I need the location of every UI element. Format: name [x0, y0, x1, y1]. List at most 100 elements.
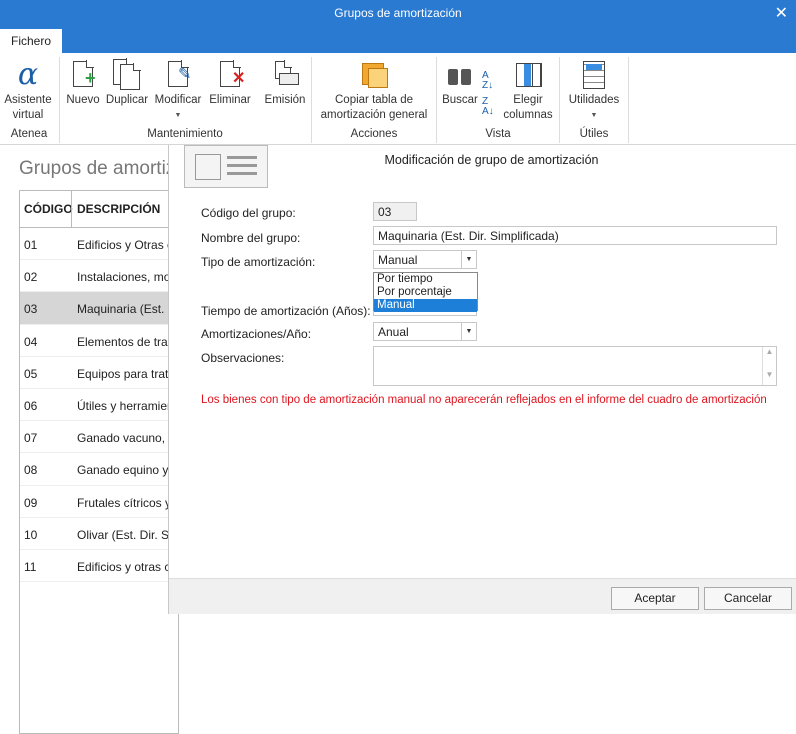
cell-descripcion: Edificios y otras construcciones — [77, 559, 178, 574]
table-row[interactable]: 10 Olivar (Est. Dir. Simplificada) — [20, 518, 178, 550]
tipo-dropdown-list: Por tiempo Por porcentaje Manual — [373, 272, 478, 312]
cell-descripcion: Maquinaria (Est. Dir. Simplificada) — [77, 302, 178, 317]
amortizaciones-anio-label: Amortizaciones/Año: — [201, 327, 312, 341]
nuevo-label: Nuevo — [66, 94, 100, 106]
ribbon: α Asistente virtual Atenea + Nuevo Dupli… — [0, 53, 796, 145]
table-row[interactable]: 05 Equipos para tratamiento — [20, 357, 178, 389]
asistente-virtual-label: Asistente virtual — [4, 94, 52, 121]
emision-label: Emisión — [264, 94, 306, 106]
table-row[interactable]: 09 Frutales cítricos y — [20, 486, 178, 518]
copiar-tabla-button[interactable]: Copiar tabla de amortización general — [316, 59, 432, 123]
cell-codigo: 08 — [24, 463, 38, 478]
cell-descripcion: Útiles y herramientas — [77, 398, 179, 413]
option-por-porcentaje[interactable]: Por porcentaje — [374, 286, 477, 299]
groups-grid: CÓDIGO DESCRIPCIÓN 01 Edificios y Otras c… — [19, 190, 179, 734]
ribbon-tab-bar: Fichero — [0, 27, 796, 53]
modify-group-dialog: Modificación de grupo de amortización Có… — [168, 145, 796, 614]
tipo-select-value: Manual — [378, 253, 418, 267]
manual-warning-text: Los bienes con tipo de amortización manu… — [201, 394, 767, 406]
aceptar-button[interactable]: Aceptar — [611, 587, 699, 610]
columns-icon — [512, 59, 544, 91]
eliminar-button[interactable]: ✕ Eliminar — [207, 59, 253, 108]
alpha-icon: α — [17, 57, 39, 92]
edit-document-icon: ✎ — [162, 59, 194, 91]
observaciones-label: Observaciones: — [201, 351, 285, 365]
group-label-atenea: Atenea — [10, 128, 48, 140]
group-label-mantenimiento: Mantenimiento — [147, 128, 223, 140]
grid-header: CÓDIGO DESCRIPCIÓN — [20, 191, 178, 228]
cell-descripcion: Equipos para tratamiento — [77, 366, 178, 381]
grid-rows: 01 Edificios y Otras construcciones 02 Inst… — [20, 228, 179, 583]
observaciones-textarea[interactable]: ▲ ▼ — [373, 346, 777, 386]
table-row[interactable]: 04 Elementos de transporte — [20, 325, 178, 357]
table-row[interactable]: 06 Útiles y herramientas — [20, 389, 179, 422]
table-row[interactable]: 01 Edificios y Otras construcciones — [20, 228, 178, 261]
option-por-tiempo[interactable]: Por tiempo — [374, 273, 477, 286]
elegir-columnas-label: Elegir columnas — [503, 94, 553, 121]
copiar-tabla-label: Copiar tabla de amortización general — [320, 94, 428, 121]
utilidades-label: Utilidades — [568, 94, 620, 106]
utilidades-button[interactable]: Utilidades ▼ — [564, 59, 624, 123]
elegir-columnas-button[interactable]: Elegir columnas — [502, 59, 554, 123]
buscar-label: Buscar — [442, 94, 478, 106]
buscar-button[interactable]: Buscar — [440, 59, 480, 108]
cell-codigo: 03 — [24, 302, 38, 317]
nombre-field[interactable]: Maquinaria (Est. Dir. Simplificada) — [373, 226, 777, 245]
codigo-label: Código del grupo: — [201, 206, 296, 220]
cell-descripcion: Frutales cítricos y — [77, 495, 172, 510]
chevron-down-icon: ▼ — [590, 112, 598, 119]
tiempo-label: Tiempo de amortización (Años): — [201, 304, 371, 318]
groups-list-panel: Grupos de amortización CÓDIGO DESCRIPCIÓ… — [0, 146, 221, 734]
column-header-codigo[interactable]: CÓDIGO — [24, 202, 73, 216]
cell-codigo: 11 — [24, 559, 37, 574]
cell-codigo: 04 — [24, 334, 38, 349]
cell-codigo: 02 — [24, 270, 38, 285]
option-manual[interactable]: Manual — [374, 299, 477, 312]
table-row[interactable]: 02 Instalaciones, mobiliario — [20, 260, 178, 293]
emision-button[interactable]: Emisión — [262, 59, 308, 108]
dialog-footer: Aceptar Cancelar — [169, 578, 796, 614]
sort-az-icon[interactable]: A Z↓ — [482, 71, 493, 91]
duplicate-icon — [111, 58, 143, 91]
duplicar-button[interactable]: Duplicar — [104, 58, 150, 108]
eliminar-label: Eliminar — [209, 94, 251, 106]
table-row[interactable]: 07 Ganado vacuno, porcino — [20, 421, 178, 454]
close-icon[interactable]: ✕ — [775, 3, 788, 23]
asistente-virtual-button[interactable]: α Asistente virtual — [2, 59, 54, 123]
chevron-down-icon[interactable]: ▼ — [461, 251, 476, 268]
tipo-label: Tipo de amortización: — [201, 255, 316, 269]
observaciones-scrollbar[interactable]: ▲ ▼ — [762, 347, 776, 385]
nombre-label: Nombre del grupo: — [201, 231, 301, 245]
scroll-down-icon[interactable]: ▼ — [763, 370, 776, 379]
tipo-select[interactable]: Manual ▼ — [373, 250, 477, 269]
chevron-down-icon[interactable]: ▼ — [461, 323, 476, 340]
delete-document-icon: ✕ — [214, 59, 246, 91]
cell-descripcion: Olivar (Est. Dir. Simplificada) — [77, 527, 178, 542]
table-row[interactable]: 11 Edificios y otras construcciones — [20, 550, 178, 583]
nuevo-button[interactable]: + Nuevo — [64, 59, 102, 108]
amortizaciones-anio-value: Anual — [378, 325, 409, 339]
modificar-button[interactable]: ✎ Modificar ▼ — [152, 59, 204, 123]
group-label-utiles: Útiles — [579, 128, 609, 140]
cell-codigo: 10 — [24, 527, 38, 542]
window-title: Grupos de amortización — [334, 6, 462, 20]
sort-za-icon[interactable]: Z A↓ — [482, 97, 494, 117]
table-row[interactable]: 08 Ganado equino y — [20, 453, 178, 486]
group-separator — [628, 57, 629, 143]
scroll-up-icon[interactable]: ▲ — [763, 347, 776, 356]
amortizaciones-anio-select[interactable]: Anual ▼ — [373, 322, 477, 341]
table-row[interactable]: 03 Maquinaria (Est. Dir. Simplificada) — [20, 292, 178, 325]
cell-descripcion: Instalaciones, mobiliario — [77, 270, 178, 285]
cancelar-button[interactable]: Cancelar — [704, 587, 792, 610]
cell-codigo: 01 — [24, 238, 38, 252]
dialog-title: Modificación de grupo de amortización — [384, 153, 599, 167]
duplicar-label: Duplicar — [105, 94, 149, 106]
binoculars-icon — [444, 59, 476, 91]
cell-descripcion: Elementos de transporte — [77, 334, 179, 349]
printer-icon — [269, 59, 301, 91]
column-header-descripcion[interactable]: DESCRIPCIÓN — [77, 202, 160, 216]
group-label-vista: Vista — [485, 128, 511, 140]
codigo-field[interactable]: 03 — [373, 202, 417, 221]
tab-fichero[interactable]: Fichero — [0, 29, 62, 53]
cell-descripcion: Edificios y Otras construcciones — [77, 238, 178, 252]
